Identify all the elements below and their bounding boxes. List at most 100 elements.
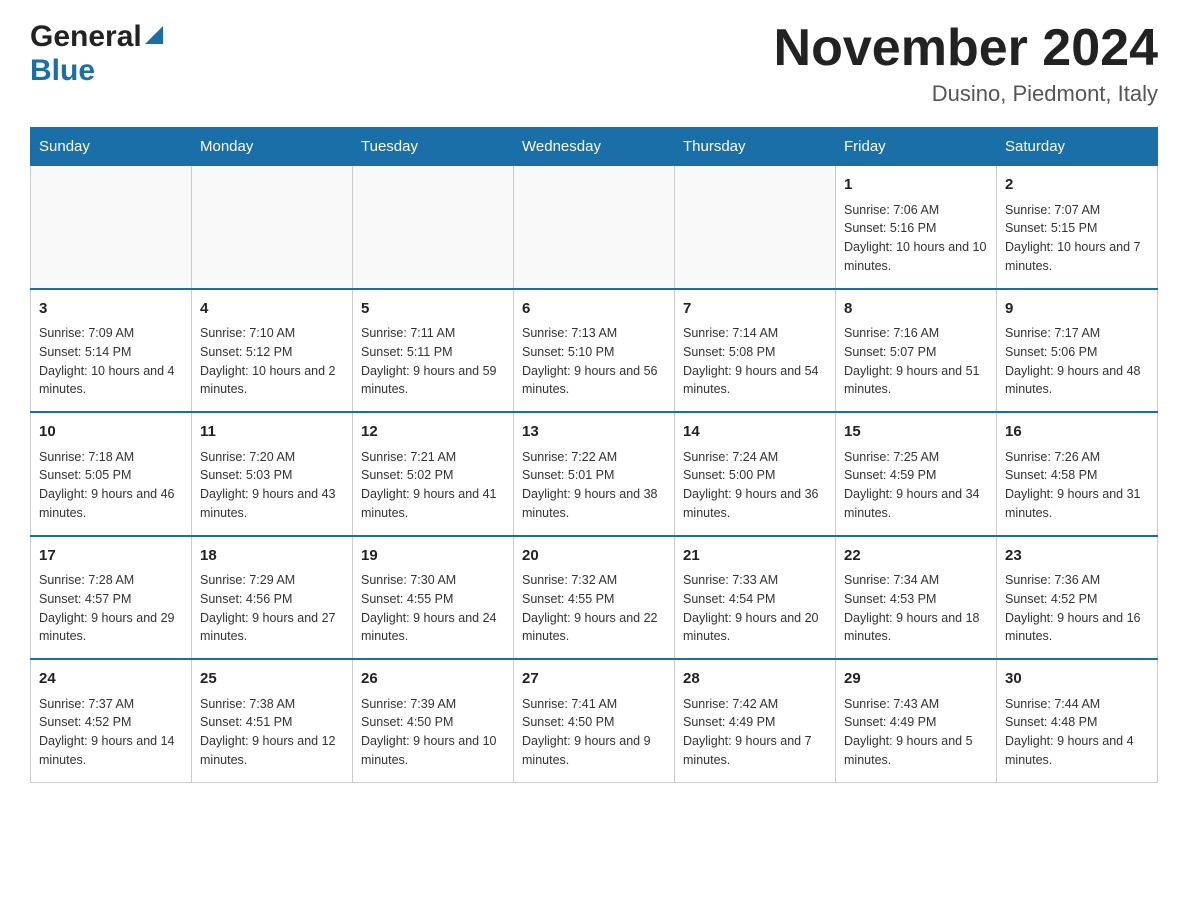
day-info: Sunset: 5:02 PM (361, 466, 505, 485)
day-info: Sunrise: 7:41 AM (522, 695, 666, 714)
calendar-cell (31, 166, 192, 289)
day-info: Daylight: 9 hours and 4 minutes. (1005, 732, 1149, 770)
logo: General Blue (30, 20, 163, 88)
day-info: Sunrise: 7:33 AM (683, 571, 827, 590)
calendar-cell: 14Sunrise: 7:24 AMSunset: 5:00 PMDayligh… (675, 412, 836, 536)
calendar-header-row: SundayMondayTuesdayWednesdayThursdayFrid… (31, 128, 1158, 166)
calendar-cell: 25Sunrise: 7:38 AMSunset: 4:51 PMDayligh… (192, 659, 353, 782)
day-info: Daylight: 9 hours and 54 minutes. (683, 362, 827, 400)
day-info: Sunset: 5:14 PM (39, 343, 183, 362)
day-info: Sunset: 5:07 PM (844, 343, 988, 362)
logo-arrow-icon (145, 26, 163, 49)
day-number: 25 (200, 668, 344, 691)
calendar-cell: 24Sunrise: 7:37 AMSunset: 4:52 PMDayligh… (31, 659, 192, 782)
day-info: Sunset: 5:05 PM (39, 466, 183, 485)
day-info: Sunrise: 7:30 AM (361, 571, 505, 590)
calendar-cell: 21Sunrise: 7:33 AMSunset: 4:54 PMDayligh… (675, 536, 836, 660)
calendar-cell: 6Sunrise: 7:13 AMSunset: 5:10 PMDaylight… (514, 289, 675, 413)
calendar-cell (514, 166, 675, 289)
day-info: Sunrise: 7:07 AM (1005, 201, 1149, 220)
day-header-monday: Monday (192, 128, 353, 166)
day-info: Sunrise: 7:37 AM (39, 695, 183, 714)
day-number: 5 (361, 298, 505, 321)
day-info: Sunset: 5:01 PM (522, 466, 666, 485)
day-info: Daylight: 9 hours and 16 minutes. (1005, 609, 1149, 647)
day-info: Daylight: 10 hours and 2 minutes. (200, 362, 344, 400)
day-info: Sunrise: 7:17 AM (1005, 324, 1149, 343)
day-number: 20 (522, 545, 666, 568)
day-info: Sunset: 4:49 PM (683, 713, 827, 732)
day-info: Sunrise: 7:24 AM (683, 448, 827, 467)
day-info: Sunrise: 7:14 AM (683, 324, 827, 343)
day-number: 21 (683, 545, 827, 568)
day-info: Daylight: 9 hours and 48 minutes. (1005, 362, 1149, 400)
calendar-cell: 10Sunrise: 7:18 AMSunset: 5:05 PMDayligh… (31, 412, 192, 536)
day-info: Daylight: 9 hours and 14 minutes. (39, 732, 183, 770)
day-header-friday: Friday (836, 128, 997, 166)
day-info: Sunset: 4:52 PM (39, 713, 183, 732)
day-info: Daylight: 9 hours and 43 minutes. (200, 485, 344, 523)
day-info: Sunrise: 7:36 AM (1005, 571, 1149, 590)
calendar-week-row: 3Sunrise: 7:09 AMSunset: 5:14 PMDaylight… (31, 289, 1158, 413)
calendar-cell: 20Sunrise: 7:32 AMSunset: 4:55 PMDayligh… (514, 536, 675, 660)
day-header-wednesday: Wednesday (514, 128, 675, 166)
day-info: Sunset: 5:06 PM (1005, 343, 1149, 362)
day-info: Daylight: 9 hours and 9 minutes. (522, 732, 666, 770)
day-info: Daylight: 10 hours and 4 minutes. (39, 362, 183, 400)
day-info: Sunset: 5:08 PM (683, 343, 827, 362)
day-number: 23 (1005, 545, 1149, 568)
day-info: Daylight: 9 hours and 34 minutes. (844, 485, 988, 523)
day-info: Sunset: 4:48 PM (1005, 713, 1149, 732)
day-info: Sunrise: 7:32 AM (522, 571, 666, 590)
day-number: 3 (39, 298, 183, 321)
day-header-saturday: Saturday (997, 128, 1158, 166)
day-info: Daylight: 10 hours and 7 minutes. (1005, 238, 1149, 276)
day-info: Sunrise: 7:44 AM (1005, 695, 1149, 714)
day-info: Sunrise: 7:26 AM (1005, 448, 1149, 467)
day-info: Sunset: 4:56 PM (200, 590, 344, 609)
calendar-cell (192, 166, 353, 289)
calendar-cell: 8Sunrise: 7:16 AMSunset: 5:07 PMDaylight… (836, 289, 997, 413)
day-info: Sunrise: 7:34 AM (844, 571, 988, 590)
day-number: 26 (361, 668, 505, 691)
day-info: Sunrise: 7:39 AM (361, 695, 505, 714)
calendar-cell: 9Sunrise: 7:17 AMSunset: 5:06 PMDaylight… (997, 289, 1158, 413)
calendar-cell: 16Sunrise: 7:26 AMSunset: 4:58 PMDayligh… (997, 412, 1158, 536)
day-info: Sunset: 4:49 PM (844, 713, 988, 732)
calendar-cell: 1Sunrise: 7:06 AMSunset: 5:16 PMDaylight… (836, 166, 997, 289)
day-number: 15 (844, 421, 988, 444)
calendar-cell: 30 Sunrise: 7:44 AMSunset: 4:48 PMDayligh… (997, 659, 1158, 782)
day-header-sunday: Sunday (31, 128, 192, 166)
day-info: Sunrise: 7:42 AM (683, 695, 827, 714)
day-info: Daylight: 9 hours and 46 minutes. (39, 485, 183, 523)
calendar-cell: 13Sunrise: 7:22 AMSunset: 5:01 PMDayligh… (514, 412, 675, 536)
day-info: Daylight: 9 hours and 59 minutes. (361, 362, 505, 400)
day-number: 18 (200, 545, 344, 568)
day-info: Sunset: 5:15 PM (1005, 219, 1149, 238)
day-info: Sunset: 4:58 PM (1005, 466, 1149, 485)
day-info: Sunrise: 7:28 AM (39, 571, 183, 590)
calendar-week-row: 1Sunrise: 7:06 AMSunset: 5:16 PMDaylight… (31, 166, 1158, 289)
calendar-table: SundayMondayTuesdayWednesdayThursdayFrid… (30, 127, 1158, 783)
day-number: 13 (522, 421, 666, 444)
day-number: 29 (844, 668, 988, 691)
day-number: 8 (844, 298, 988, 321)
day-info: Sunset: 4:52 PM (1005, 590, 1149, 609)
calendar-cell: 19Sunrise: 7:30 AMSunset: 4:55 PMDayligh… (353, 536, 514, 660)
day-info: Daylight: 9 hours and 56 minutes. (522, 362, 666, 400)
day-number: 30 (1005, 668, 1149, 691)
day-info: Sunrise: 7:13 AM (522, 324, 666, 343)
day-info: Sunrise: 7:29 AM (200, 571, 344, 590)
calendar-cell (675, 166, 836, 289)
day-info: Sunset: 4:57 PM (39, 590, 183, 609)
day-number: 28 (683, 668, 827, 691)
day-info: Daylight: 9 hours and 41 minutes. (361, 485, 505, 523)
calendar-cell: 23 Sunrise: 7:36 AMSunset: 4:52 PMDayligh… (997, 536, 1158, 660)
day-number: 2 (1005, 174, 1149, 197)
day-info: Sunrise: 7:21 AM (361, 448, 505, 467)
day-number: 7 (683, 298, 827, 321)
day-info: Daylight: 9 hours and 10 minutes. (361, 732, 505, 770)
calendar-cell: 15Sunrise: 7:25 AMSunset: 4:59 PMDayligh… (836, 412, 997, 536)
day-number: 12 (361, 421, 505, 444)
day-info: Sunrise: 7:10 AM (200, 324, 344, 343)
